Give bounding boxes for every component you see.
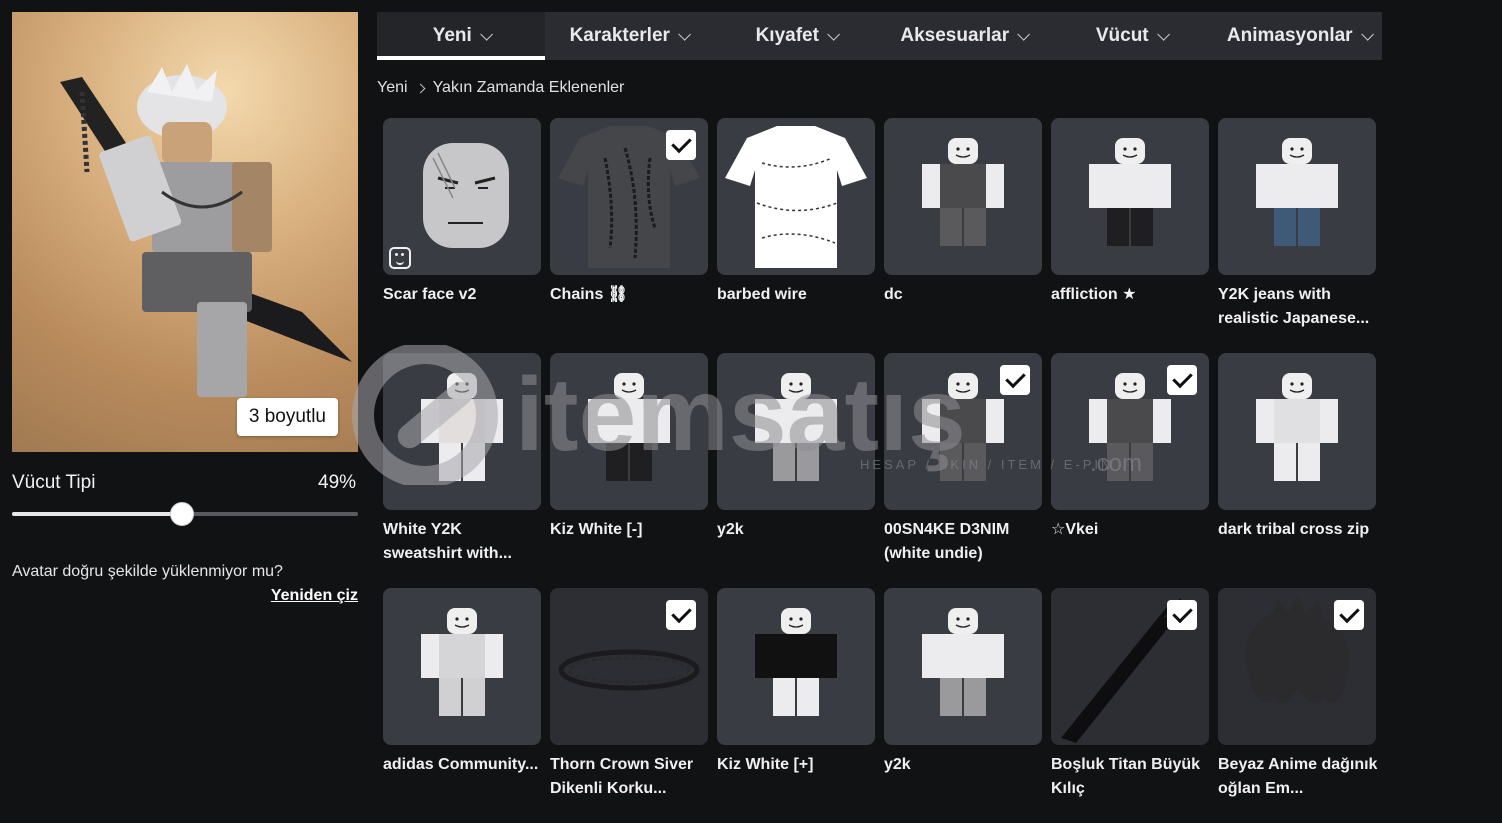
item-name[interactable]: Y2K jeans with realistic Japanese...	[1218, 283, 1378, 331]
item-card[interactable]: dc	[884, 118, 1042, 307]
item-card[interactable]: Boşluk Titan Büyük Kılıç	[1051, 588, 1209, 801]
item-name[interactable]: adidas Community...	[383, 753, 543, 777]
item-name[interactable]: Chains ⛓	[550, 283, 710, 307]
item-thumbnail[interactable]	[884, 118, 1042, 275]
item-card[interactable]: White Y2K sweatshirt with...	[383, 353, 541, 566]
chevron-right-icon	[415, 83, 426, 93]
avatar-render	[60, 64, 352, 397]
item-thumbnail[interactable]	[550, 353, 708, 510]
tab-1[interactable]: Karakterler	[545, 12, 713, 60]
tab-2[interactable]: Kıyafet	[712, 12, 880, 60]
tab-0[interactable]: Yeni	[377, 12, 545, 60]
item-card[interactable]: ☆Vkei	[1051, 353, 1209, 542]
checkmark-icon[interactable]	[1167, 600, 1197, 630]
item-thumbnail[interactable]	[1051, 588, 1209, 745]
tab-5[interactable]: Animasyonlar	[1215, 12, 1383, 60]
chevron-down-icon	[1156, 27, 1170, 41]
body-type-label: Vücut Tipi	[12, 472, 96, 493]
avatar-preview[interactable]: 3 boyutlu	[12, 12, 358, 452]
slider-thumb[interactable]	[169, 502, 194, 526]
item-thumbnail[interactable]	[1218, 353, 1376, 510]
item-thumbnail[interactable]	[550, 588, 708, 745]
item-thumbnail[interactable]	[717, 353, 875, 510]
item-card[interactable]: Kiz White [+]	[717, 588, 875, 777]
item-card[interactable]: barbed wire	[717, 118, 875, 307]
item-thumbnail[interactable]	[884, 353, 1042, 510]
slider-fill	[12, 512, 182, 516]
item-name[interactable]: 00SN4KE D3NIM (white undie)	[884, 518, 1044, 566]
item-card[interactable]: adidas Community...	[383, 588, 541, 777]
item-name[interactable]: Kiz White [-]	[550, 518, 710, 542]
checkmark-icon[interactable]	[1334, 600, 1364, 630]
item-thumbnail[interactable]	[383, 353, 541, 510]
breadcrumb-current: Yakın Zamanda Eklenenler	[432, 79, 625, 96]
redraw-link[interactable]: Yeniden çiz	[271, 587, 358, 605]
item-thumbnail[interactable]	[1218, 118, 1376, 275]
item-name[interactable]: ☆Vkei	[1051, 518, 1211, 542]
item-thumbnail[interactable]	[383, 118, 541, 275]
item-card[interactable]: Y2K jeans with realistic Japanese...	[1218, 118, 1376, 331]
item-name[interactable]: Kiz White [+]	[717, 753, 877, 777]
item-thumbnail[interactable]	[884, 588, 1042, 745]
item-name[interactable]: y2k	[717, 518, 877, 542]
item-name[interactable]: Thorn Crown Siver Dikenli Korku...	[550, 753, 710, 801]
tab-label: Kıyafet	[755, 25, 819, 46]
item-card[interactable]: Chains ⛓	[550, 118, 708, 307]
chevron-down-icon	[678, 27, 691, 41]
item-name[interactable]: Scar face v2	[383, 283, 543, 307]
load-question-text: Avatar doğru şekilde yüklenmiyor mu?	[12, 563, 283, 580]
checkmark-icon[interactable]	[1167, 365, 1197, 395]
item-thumbnail[interactable]	[717, 588, 875, 745]
breadcrumb: Yeni Yakın Zamanda Eklenenler	[377, 79, 624, 97]
item-thumbnail[interactable]	[717, 118, 875, 275]
checkmark-icon[interactable]	[666, 130, 696, 160]
body-type-slider[interactable]	[12, 502, 358, 526]
item-name[interactable]: dc	[884, 283, 1044, 307]
tab-label: Aksesuarlar	[900, 25, 1010, 46]
item-name[interactable]: dark tribal cross zip	[1218, 518, 1378, 542]
tab-label: Yeni	[432, 25, 472, 46]
body-type-value: 49%	[318, 472, 357, 493]
item-name[interactable]: y2k	[884, 753, 1044, 777]
item-name[interactable]: barbed wire	[717, 283, 877, 307]
breadcrumb-root[interactable]: Yeni	[377, 79, 408, 97]
3d-toggle-button[interactable]: 3 boyutlu	[236, 398, 338, 436]
item-card[interactable]: dark tribal cross zip	[1218, 353, 1376, 542]
category-tabs: Yeni Karakterler Kıyafet Aksesuarlar Vücut An…	[377, 12, 1382, 60]
tab-4[interactable]: Vücut	[1047, 12, 1215, 60]
tab-label: Karakterler	[569, 25, 670, 46]
tab-label: Vücut	[1095, 25, 1149, 46]
checkmark-icon[interactable]	[666, 600, 696, 630]
item-name[interactable]: affliction ★	[1051, 283, 1211, 307]
chevron-down-icon	[1017, 27, 1031, 41]
item-card[interactable]: Scar face v2	[383, 118, 541, 307]
item-card[interactable]: Beyaz Anime dağınık oğlan Em...	[1218, 588, 1378, 801]
chevron-down-icon	[480, 27, 493, 41]
item-thumbnail[interactable]	[1218, 588, 1376, 745]
tab-label: Animasyonlar	[1226, 25, 1353, 46]
item-thumbnail[interactable]	[1051, 353, 1209, 510]
item-thumbnail[interactable]	[1051, 118, 1209, 275]
checkmark-icon[interactable]	[1000, 365, 1030, 395]
item-thumbnail[interactable]	[550, 118, 708, 275]
item-card[interactable]: Kiz White [-]	[550, 353, 708, 542]
item-card[interactable]: y2k	[884, 588, 1042, 777]
tab-3[interactable]: Aksesuarlar	[880, 12, 1048, 60]
item-card[interactable]: y2k	[717, 353, 875, 542]
item-card[interactable]: 00SN4KE D3NIM (white undie)	[884, 353, 1042, 566]
item-name[interactable]: White Y2K sweatshirt with...	[383, 518, 543, 566]
chevron-down-icon	[1360, 27, 1374, 41]
item-card[interactable]: Thorn Crown Siver Dikenli Korku...	[550, 588, 708, 801]
chevron-down-icon	[827, 27, 840, 41]
item-card[interactable]: affliction ★	[1051, 118, 1209, 307]
item-name[interactable]: Beyaz Anime dağınık oğlan Em...	[1218, 753, 1378, 801]
item-thumbnail[interactable]	[383, 588, 541, 745]
item-name[interactable]: Boşluk Titan Büyük Kılıç	[1051, 753, 1211, 801]
dynamic-face-icon	[389, 247, 411, 269]
